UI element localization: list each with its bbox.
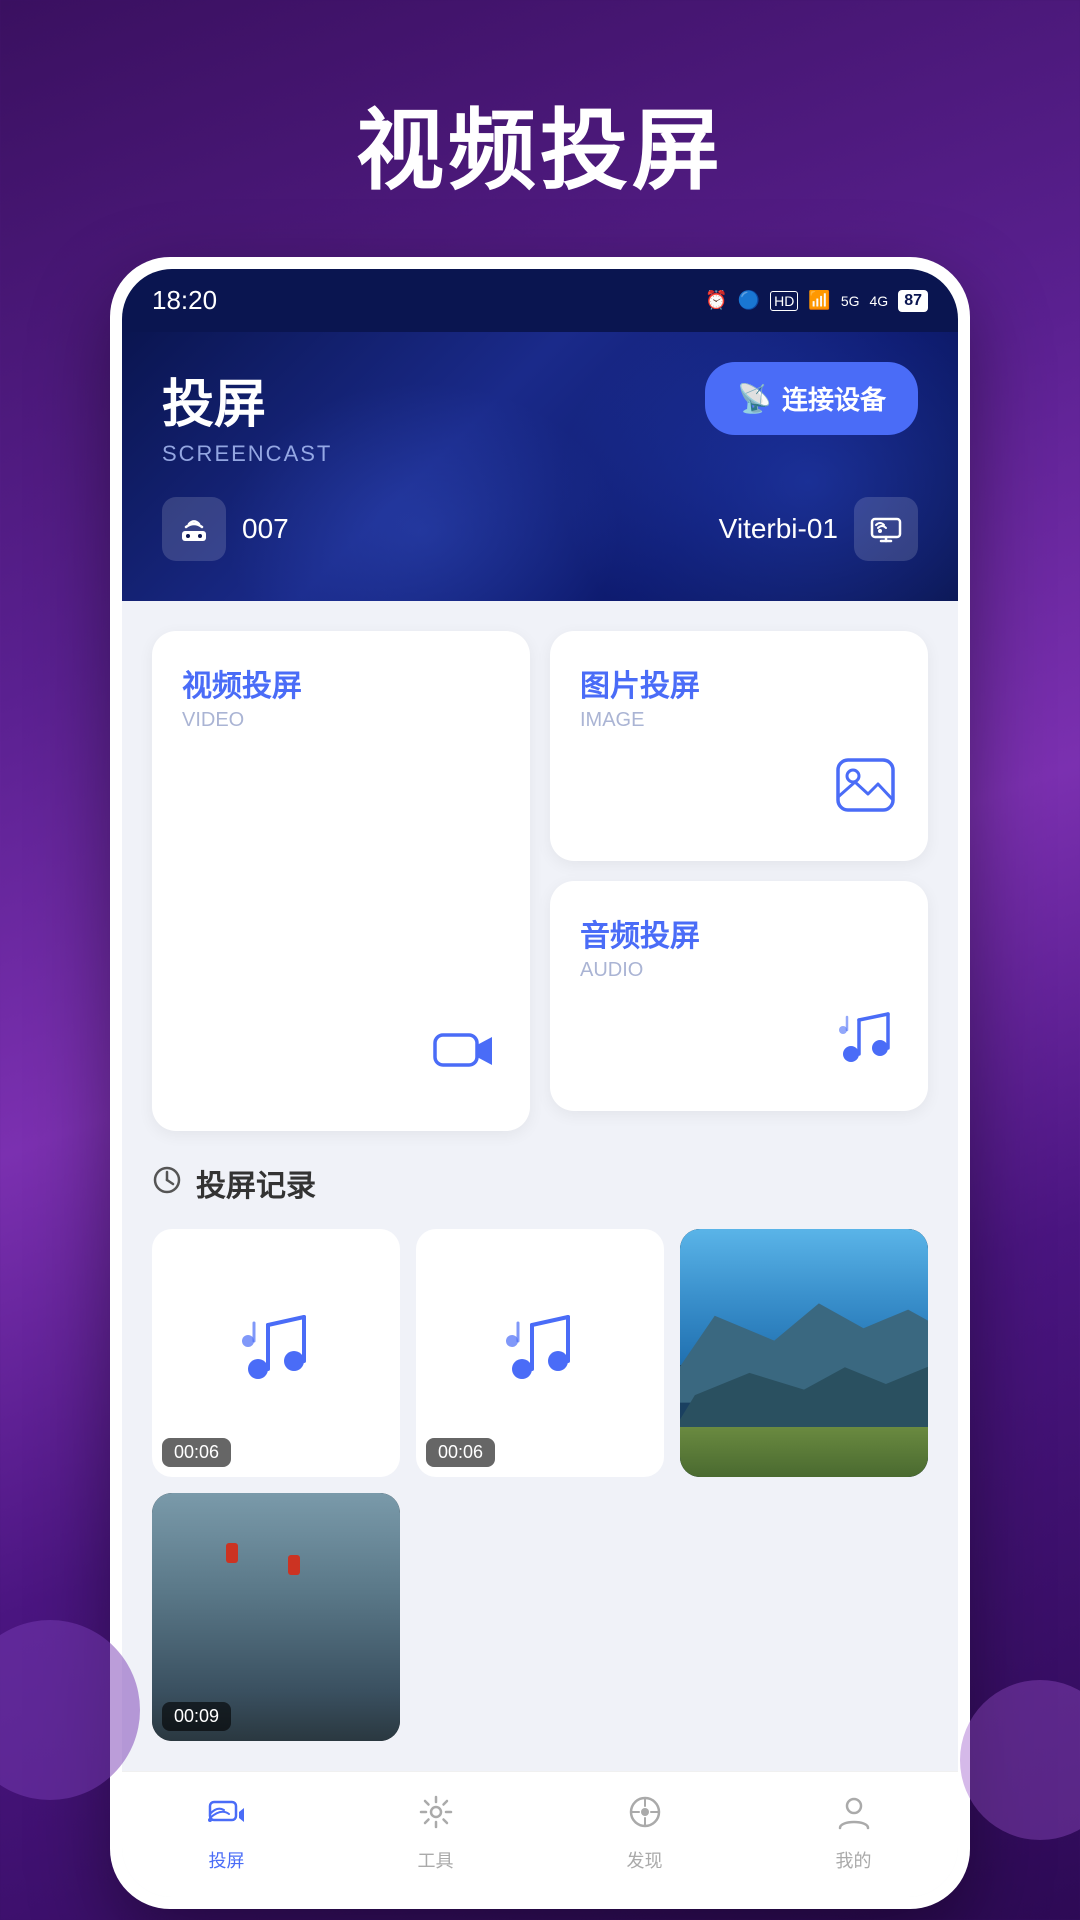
video-cast-title-cn: 视频投屏 [182,661,500,705]
nav-item-cast[interactable]: 投屏 [207,1792,247,1873]
nav-profile-icon [834,1792,874,1841]
image-cast-title-en: IMAGE [580,709,898,732]
cast-icon: 📡 [737,382,772,415]
nav-tools-icon [416,1792,456,1841]
header-top: 投屏 SCREENCAST 📡 连接设备 [162,362,918,467]
nav-tools-label: 工具 [418,1847,454,1873]
app-title-cn: 投屏 [162,362,332,437]
wifi-icon: 📶 [808,290,830,311]
history-grid: 00:06 00: [152,1229,928,1741]
connect-btn-label: 连接设备 [782,380,886,417]
wifi-icon-box [162,497,226,561]
header-bottom: 007 Viterbi-01 [162,497,918,561]
device-info: Viterbi-01 [719,497,918,561]
history-music-icon-2 [500,1305,580,1401]
audio-cast-title-cn: 音频投屏 [580,911,898,955]
device-name: Viterbi-01 [719,513,838,545]
nav-item-tools[interactable]: 工具 [416,1792,456,1873]
image-cast-card[interactable]: 图片投屏 IMAGE [550,631,928,861]
app-header: 投屏 SCREENCAST 📡 连接设备 [122,332,958,601]
clock-icon [152,1165,182,1202]
device-icon-box [854,497,918,561]
hd-icon: HD [770,291,798,311]
cast-cards-grid: 视频投屏 VIDEO 图片投屏 IMAGE [152,631,928,1131]
nav-profile-label: 我的 [836,1847,872,1873]
alarm-icon: ⏰ [705,290,727,311]
battery-indicator: 87 [898,290,928,312]
nav-discover-label: 发现 [627,1847,663,1873]
nav-cast-icon [207,1792,247,1841]
app-title-block: 投屏 SCREENCAST [162,362,332,467]
image-cast-title-cn: 图片投屏 [580,661,898,705]
signal-5g-icon: 5G [841,293,860,309]
wifi-info: 007 [162,497,289,561]
history-duration-2: 00:06 [426,1438,495,1467]
status-time: 18:20 [152,285,217,316]
history-item-landscape[interactable] [680,1229,928,1477]
connect-device-button[interactable]: 📡 连接设备 [705,362,918,435]
screen-cast-icon [868,511,904,547]
phone-inner: 18:20 ⏰ 🔵 HD 📶 5G 4G 87 投屏 SCREENCAST 📡 [122,269,958,1897]
content-area: 视频投屏 VIDEO 图片投屏 IMAGE [122,601,958,1771]
history-duration-4: 00:09 [162,1702,231,1731]
status-bar: 18:20 ⏰ 🔵 HD 📶 5G 4G 87 [122,269,958,332]
image-icon [580,732,898,831]
music-icon [580,982,898,1081]
nav-cast-label: 投屏 [209,1847,245,1873]
history-item-audio-2[interactable]: 00:06 [416,1229,664,1477]
signal-4g-icon: 4G [870,293,889,309]
history-section-title: 投屏记录 [152,1161,928,1205]
app-title-en: SCREENCAST [162,441,332,467]
status-icons: ⏰ 🔵 HD 📶 5G 4G 87 [705,290,928,312]
bluetooth-icon: 🔵 [738,290,760,311]
landscape-image [680,1229,928,1477]
phone-mockup: 18:20 ⏰ 🔵 HD 📶 5G 4G 87 投屏 SCREENCAST 📡 [110,257,970,1909]
history-section-label: 投屏记录 [196,1161,316,1205]
history-item-audio-1[interactable]: 00:06 [152,1229,400,1477]
page-title: 视频投屏 [0,0,1080,257]
right-cards-column: 图片投屏 IMAGE 音频投屏 AUDIO [550,631,928,1111]
video-cast-title-en: VIDEO [182,709,500,732]
nav-item-discover[interactable]: 发现 [625,1792,665,1873]
audio-cast-title-en: AUDIO [580,959,898,982]
audio-cast-card[interactable]: 音频投屏 AUDIO [550,881,928,1111]
history-music-icon-1 [236,1305,316,1401]
nav-item-profile[interactable]: 我的 [834,1792,874,1873]
bottom-nav: 投屏 工具 [122,1771,958,1897]
history-duration-1: 00:06 [162,1438,231,1467]
video-icon [182,997,500,1101]
history-item-street[interactable]: 00:09 [152,1493,400,1741]
video-cast-card[interactable]: 视频投屏 VIDEO [152,631,530,1131]
nav-discover-icon [625,1792,665,1841]
router-icon [176,511,212,547]
bg-decoration-right [960,1680,1080,1840]
wifi-name: 007 [242,513,289,545]
